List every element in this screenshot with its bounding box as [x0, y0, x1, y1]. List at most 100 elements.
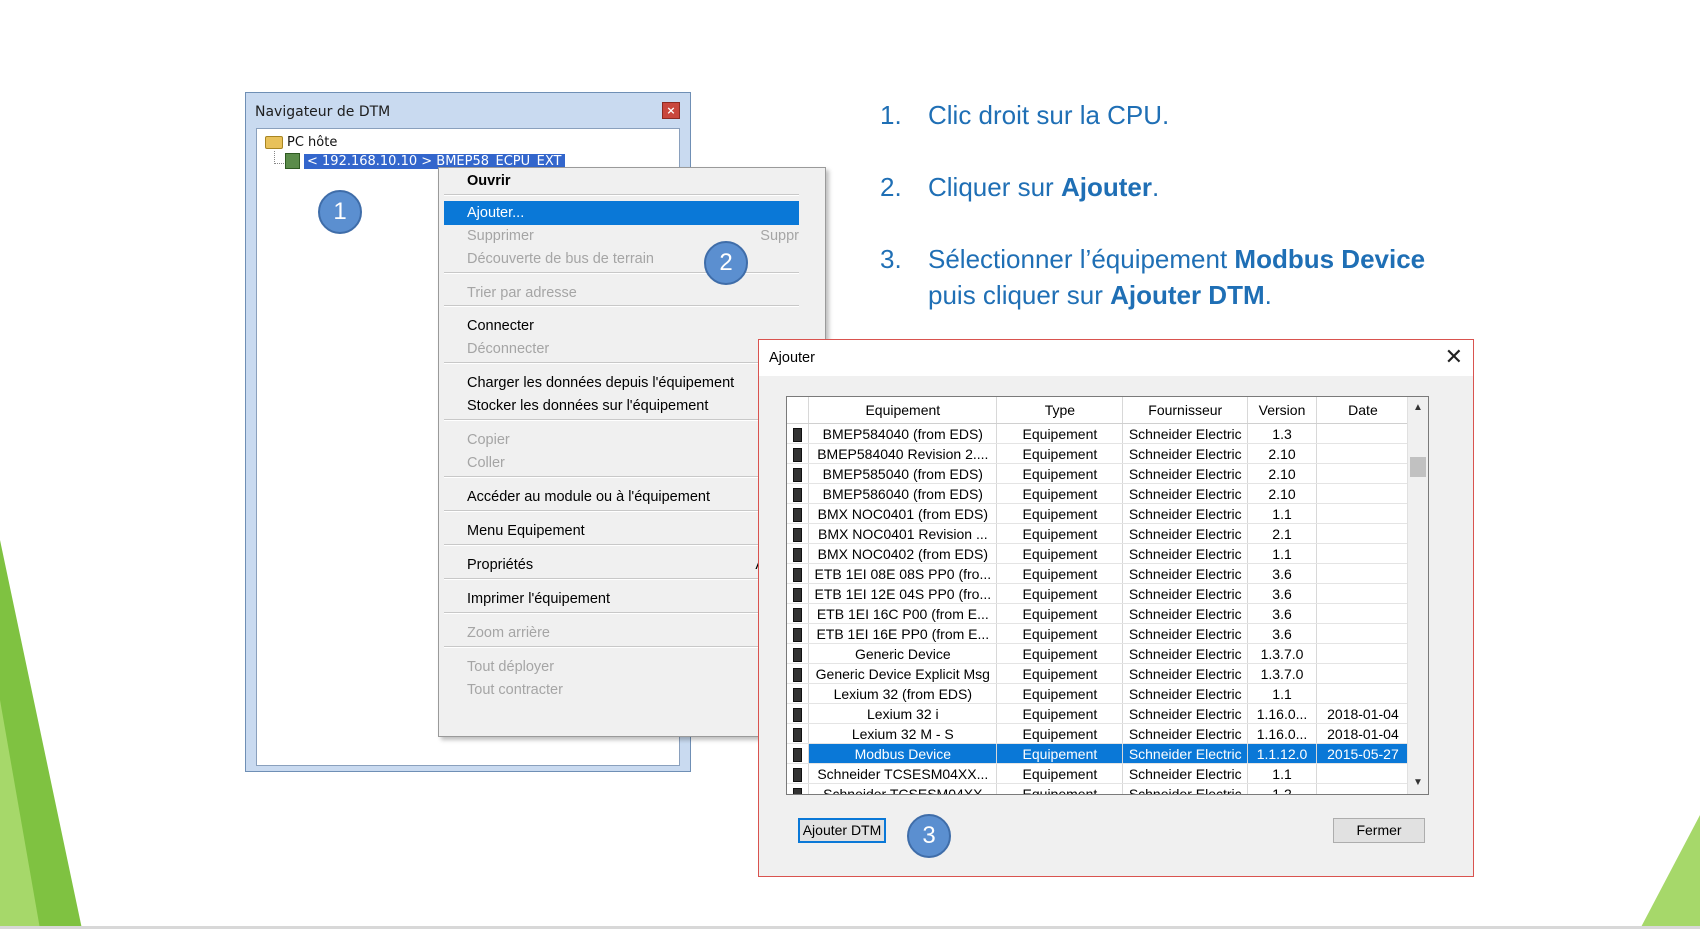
device-icon [793, 527, 803, 542]
table-row[interactable]: BMEP586040 (from EDS) Equipement Schneider… [787, 483, 1411, 504]
device-icon [793, 667, 803, 682]
step-fragment: Clic droit sur la CPU. [928, 100, 1170, 130]
table-row[interactable]: ETB 1EI 08E 08S PP0 (fro... Equipement Sch… [787, 563, 1411, 584]
table-row[interactable]: Schneider TCSESM04XX... Equipement Schneid… [787, 763, 1411, 784]
menu-item[interactable]: Copier [444, 428, 799, 452]
scroll-down-icon[interactable]: ▼ [1408, 774, 1428, 792]
table-cell: Schneider Electric [1122, 423, 1249, 444]
close-button[interactable]: Fermer [1333, 818, 1425, 843]
table-cell: 3.6 [1247, 623, 1317, 644]
table-cell: Equipement [996, 603, 1124, 624]
table-cell: 1.1 [1247, 683, 1317, 704]
menu-item[interactable]: Trier par adresse [444, 281, 799, 305]
table-row[interactable]: ETB 1EI 16E PP0 (from E... Equipement Schn… [787, 623, 1411, 644]
list-scrollbar[interactable]: ▲ ▼ [1407, 397, 1428, 794]
menu-item-label: Tout déployer [467, 659, 555, 675]
menu-item[interactable]: Ouvrir [444, 169, 799, 193]
add-dtm-button[interactable]: Ajouter DTM [798, 818, 886, 843]
menu-item-label: Ajouter... [467, 205, 525, 221]
menu-item[interactable]: Tout déployer [444, 655, 799, 679]
step-marker-3: 3 [907, 814, 951, 858]
menu-item[interactable]: Connecter [444, 314, 799, 338]
table-cell: Generic Device Explicit Msg [808, 663, 998, 684]
table-cell: Equipement [996, 563, 1124, 584]
table-cell [1316, 643, 1411, 664]
menu-item-label: Stocker les données sur l'équipement [467, 398, 709, 414]
menu-item[interactable]: Charger les données depuis l'équipement [444, 371, 799, 395]
step-fragment: puis cliquer sur [928, 280, 1111, 310]
table-row[interactable]: ETB 1EI 16C P00 (from E... Equipement Schn… [787, 603, 1411, 624]
scroll-up-icon[interactable]: ▲ [1408, 399, 1428, 417]
row-icon-cell [787, 563, 810, 584]
table-row[interactable]: BMX NOC0401 Revision ... Equipement Schnei… [787, 523, 1411, 544]
table-cell: Equipement [996, 423, 1124, 444]
table-cell [1316, 443, 1411, 464]
table-cell: Schneider Electric [1122, 543, 1249, 564]
menu-item[interactable]: Supprimer Suppr [444, 224, 799, 248]
table-cell: Modbus Device [808, 743, 998, 764]
table-row[interactable]: BMX NOC0402 (from EDS) Equipement Schneide… [787, 543, 1411, 564]
device-icon [793, 447, 803, 462]
table-cell: 2018-01-04 [1316, 723, 1411, 744]
table-cell: Equipement [996, 663, 1124, 684]
table-row[interactable]: Lexium 32 i Equipement Schneider Electric 1… [787, 703, 1411, 724]
table-cell: Schneider Electric [1122, 643, 1249, 664]
menu-item[interactable]: Zoom arrière [444, 621, 799, 645]
table-row[interactable]: Generic Device Equipement Schneider Electr… [787, 643, 1411, 664]
menu-item[interactable]: Accéder au module ou à l'équipement [444, 485, 799, 509]
tree-root-pc-host[interactable]: PC hôte [265, 135, 337, 150]
table-row[interactable]: Modbus Device Equipement Schneider Electri… [787, 743, 1411, 764]
table-cell: BMEP584040 (from EDS) [808, 423, 998, 444]
menu-item[interactable]: Tout contracter [444, 678, 799, 702]
row-icon-cell [787, 683, 810, 704]
table-cell [1316, 563, 1411, 584]
row-icon-cell [787, 743, 810, 764]
table-row[interactable]: BMEP585040 (from EDS) Equipement Schneider… [787, 463, 1411, 484]
menu-separator [444, 612, 799, 614]
menu-item[interactable]: PropriétésALT+E [444, 553, 799, 577]
close-icon[interactable]: ✕ [1445, 344, 1463, 370]
menu-item[interactable]: Menu Equipement [444, 519, 799, 543]
column-header[interactable]: Type [996, 397, 1124, 424]
table-row[interactable]: Schneider TCSESM04XX Equipement Schneider … [787, 783, 1411, 794]
table-cell: Equipement [996, 543, 1124, 564]
device-icon [793, 567, 803, 582]
device-icon [793, 607, 803, 622]
row-icon-cell [787, 423, 810, 444]
table-row[interactable]: ETB 1EI 12E 04S PP0 (fro... Equipement Sch… [787, 583, 1411, 604]
table-cell: BMX NOC0401 (from EDS) [808, 503, 998, 524]
menu-item-label: Menu Equipement [467, 523, 585, 539]
menu-item[interactable]: Ajouter... [444, 201, 799, 225]
column-header[interactable]: Equipement [808, 397, 998, 424]
table-cell: 3.6 [1247, 603, 1317, 624]
menu-item[interactable]: Déconnecter [444, 337, 799, 361]
table-row[interactable]: BMEP584040 Revision 2.... Equipement Schne… [787, 443, 1411, 464]
menu-item[interactable]: Coller [444, 451, 799, 475]
column-header[interactable]: Version [1247, 397, 1317, 424]
table-cell [1316, 543, 1411, 564]
scroll-thumb[interactable] [1410, 457, 1426, 477]
table-row[interactable]: Lexium 32 (from EDS) Equipement Schneider … [787, 683, 1411, 704]
table-row[interactable]: Generic Device Explicit Msg Equipement Sch… [787, 663, 1411, 684]
step-fragment: Sélectionner l’équipement [928, 244, 1235, 274]
table-row[interactable]: Lexium 32 M - S Equipement Schneider Elect… [787, 723, 1411, 744]
table-cell: Equipement [996, 583, 1124, 604]
table-cell: BMEP586040 (from EDS) [808, 483, 998, 504]
menu-item[interactable]: Stocker les données sur l'équipement [444, 394, 799, 418]
menu-item[interactable]: Imprimer l'équipement [444, 587, 799, 611]
menu-item-label: Ouvrir [467, 173, 511, 189]
table-cell: 3.6 [1247, 563, 1317, 584]
column-header[interactable]: Date [1316, 397, 1411, 424]
device-icon [793, 507, 803, 522]
table-row[interactable]: BMX NOC0401 (from EDS) Equipement Schneide… [787, 503, 1411, 524]
table-cell: ETB 1EI 16E PP0 (from E... [808, 623, 998, 644]
device-catalog-list[interactable]: Equipement Type Fournisseur Version Date BME… [786, 396, 1429, 795]
column-header[interactable]: Fournisseur [1122, 397, 1249, 424]
table-cell: ETB 1EI 08E 08S PP0 (fro... [808, 563, 998, 584]
table-cell: Equipement [996, 443, 1124, 464]
device-icon [793, 547, 803, 562]
row-icon-cell [787, 703, 810, 724]
navigator-close-button[interactable]: × [662, 102, 680, 119]
table-row[interactable]: BMEP584040 (from EDS) Equipement Schneider… [787, 423, 1411, 444]
menu-item-label: Découverte de bus de terrain [467, 251, 654, 267]
